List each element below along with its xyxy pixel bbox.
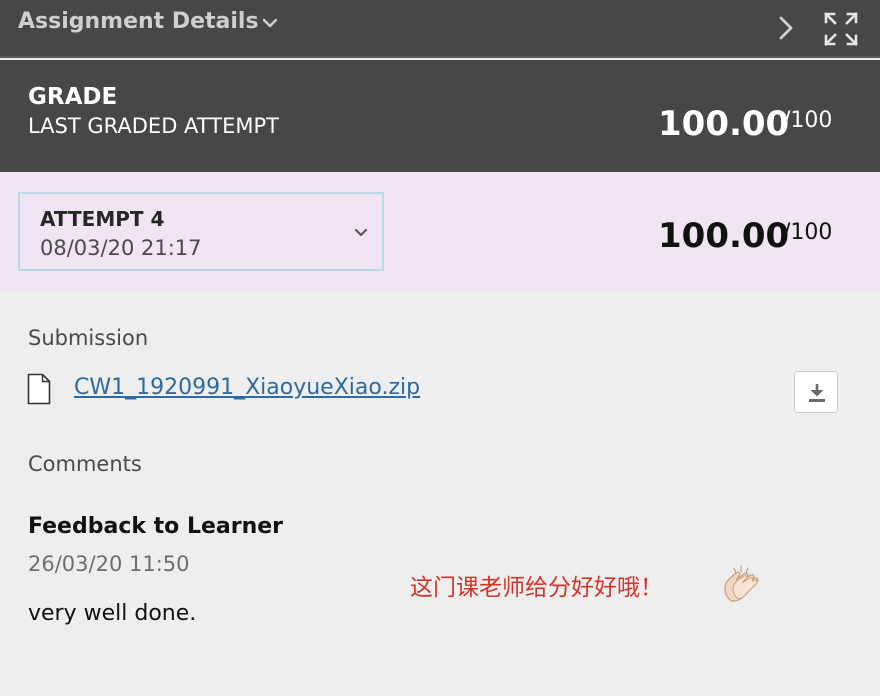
submission-file-link[interactable]: CW1_1920991_XiaoyueXiao.zip [74, 375, 420, 400]
file-icon [27, 373, 51, 405]
attempt-date: 08/03/20 21:17 [40, 236, 202, 260]
grade-max: /100 [783, 108, 833, 133]
attempt-section: ATTEMPT 4 08/03/20 21:17 100.00 /100 [0, 172, 880, 292]
download-icon [809, 384, 825, 402]
expand-icon[interactable] [824, 12, 858, 46]
attempt-score: 100.00 [658, 216, 790, 256]
clapping-hands-icon [724, 565, 759, 602]
grade-summary: GRADE LAST GRADED ATTEMPT 100.00 /100 [0, 60, 880, 172]
attempt-max: /100 [783, 220, 833, 245]
submission-label: Submission [28, 326, 149, 350]
feedback-date: 26/03/20 11:50 [28, 552, 190, 576]
download-button[interactable] [794, 371, 838, 413]
attempt-dropdown[interactable]: ATTEMPT 4 08/03/20 21:17 [18, 192, 384, 271]
panel-header: Assignment Details [0, 0, 880, 58]
feedback-text: very well done. [28, 601, 197, 626]
grade-subheading: LAST GRADED ATTEMPT [28, 114, 279, 138]
panel-title[interactable]: Assignment Details [18, 9, 259, 34]
comments-label: Comments [28, 452, 142, 476]
feedback-title: Feedback to Learner [28, 514, 284, 539]
annotation-text: 这门课老师给分好好哦！ [410, 575, 663, 601]
chevron-down-icon[interactable] [262, 17, 278, 29]
attempt-label: ATTEMPT 4 [40, 207, 165, 231]
chevron-down-icon [354, 228, 368, 237]
grade-heading: GRADE [28, 84, 118, 110]
chevron-right-icon[interactable] [776, 14, 796, 42]
grade-score: 100.00 [658, 104, 790, 144]
